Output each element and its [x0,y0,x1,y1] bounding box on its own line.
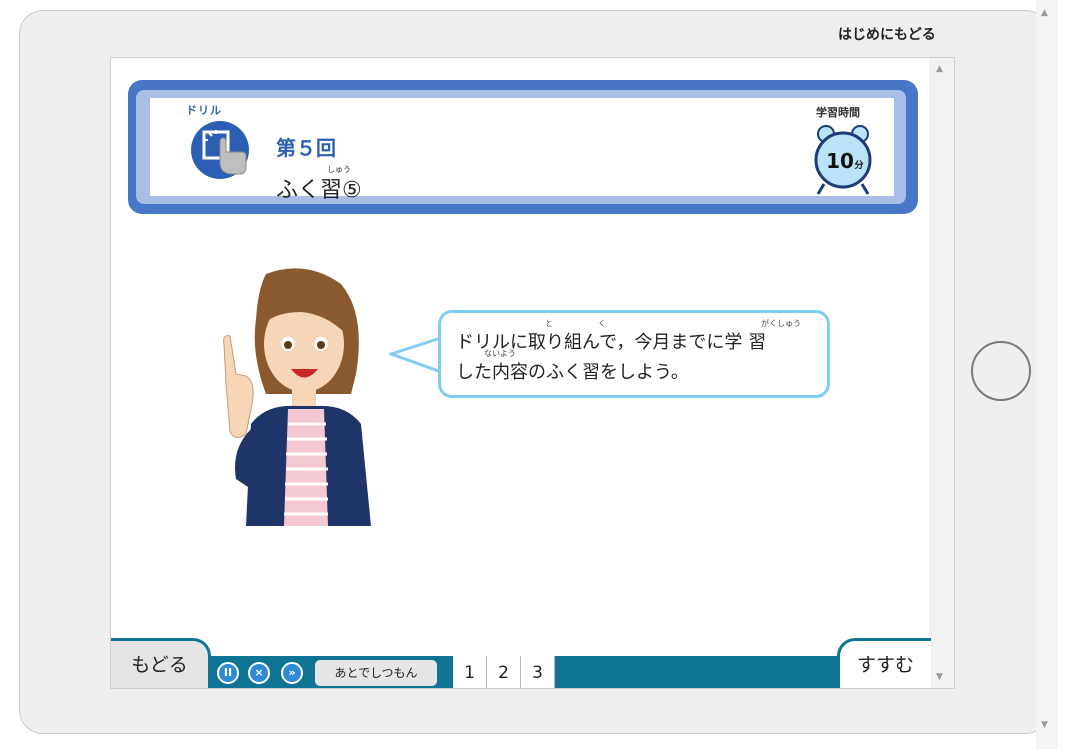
page-button-2[interactable]: 2 [487,656,521,688]
navigation-bar: もどる II × » あとでしつもん 1 2 3 すすむ [111,638,931,688]
ask-later-button[interactable]: あとでしつもん [315,660,437,686]
speech-text: ドリルに取り組んで，今月までに学 習 した内容のふく習をしよう。 [456,328,766,388]
lesson-scrollbar[interactable]: ▲ ▼ [929,58,954,688]
teacher-character-illustration [223,268,371,526]
lesson-title: ふく習⑤ [276,178,362,203]
page-button-3[interactable]: 3 [521,656,555,688]
next-button[interactable]: すすむ [837,638,931,688]
scroll-down-arrow-icon[interactable]: ▼ [1041,720,1048,730]
speech-line-2: した内容のふく習をしよう。 [456,362,689,383]
tap-hand-icon [191,121,249,179]
fast-forward-icon[interactable]: » [281,662,303,684]
page-scrollbar[interactable]: ▲ ▼ [1036,0,1058,749]
speech-line-1: ドリルに取り組んで，今月までに学 習 [456,332,767,353]
ruby-gakushu: がくしゅう [761,319,801,328]
round-number: 第５回 [276,136,336,160]
scroll-down-arrow-icon[interactable]: ▼ [936,672,943,682]
tablet-home-button[interactable] [971,341,1031,401]
lesson-header: ドリル 第５回 しゅう ふく習⑤ 学習時間 10 分 [128,80,918,214]
pause-icon[interactable]: II [217,662,239,684]
clock-minutes-unit: 分 [854,159,863,171]
close-icon[interactable]: × [248,662,270,684]
scroll-up-arrow-icon[interactable]: ▲ [936,64,943,74]
scroll-up-arrow-icon[interactable]: ▲ [1041,8,1048,18]
page-button-1[interactable]: 1 [453,656,487,688]
back-button[interactable]: もどる [111,638,211,688]
alarm-clock-icon: 10 分 [814,125,872,195]
drill-label: ドリル [186,104,222,117]
clock-minutes: 10 [826,149,854,173]
lesson-screen: ▲ ▼ ドリル 第５回 しゅう ふく習⑤ 学習時間 10 分 と く がくしゅう… [110,57,955,689]
back-to-start-link[interactable]: はじめにもどる [838,24,936,44]
